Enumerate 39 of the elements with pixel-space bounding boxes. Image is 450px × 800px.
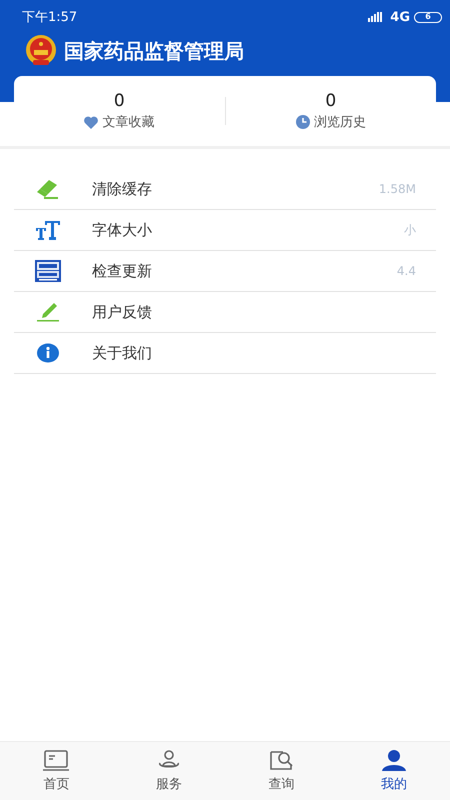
user-icon [380, 749, 408, 772]
stat-count: 0 [325, 91, 336, 111]
stat-label: 文章收藏 [102, 114, 154, 131]
menu-item[interactable]: 检查更新 4.4 [14, 251, 436, 292]
emblem-icon [24, 34, 58, 68]
clock-icon [296, 115, 310, 129]
menu-item[interactable]: 字体大小 小 [14, 210, 436, 251]
menu-value: 小 [404, 222, 416, 238]
menu-item[interactable]: 清除缓存 1.58M [14, 169, 436, 210]
menu-label: 用户反馈 [92, 302, 153, 322]
search-icon [267, 749, 296, 772]
stat-count: 0 [114, 91, 125, 111]
font-size-icon [35, 220, 61, 240]
menu-item[interactable]: 关于我们 [14, 333, 436, 374]
pencil-icon [35, 302, 61, 322]
eraser-icon [35, 179, 61, 199]
battery-level: 6 [414, 12, 442, 22]
menu-label: 关于我们 [92, 344, 153, 362]
status-time: 下午1:57 [22, 9, 78, 26]
nav-tab[interactable]: 服务 [112, 742, 225, 800]
menu-label: 检查更新 [92, 262, 153, 280]
info-icon [36, 343, 60, 363]
home-icon [42, 749, 70, 772]
app-title: 国家药品监督管理局 [64, 38, 244, 64]
app-logo-icon [35, 260, 61, 282]
menu-value: 4.4 [396, 264, 416, 278]
menu-label: 清除缓存 [92, 180, 153, 198]
heart-icon [84, 116, 98, 128]
stat-item[interactable]: 0 文章收藏 [14, 91, 224, 131]
network-type: 4G [390, 10, 410, 24]
nav-tab[interactable]: 查询 [225, 742, 338, 800]
stat-label: 浏览历史 [314, 114, 366, 131]
nav-tab[interactable]: 首页 [0, 742, 112, 800]
menu-item[interactable]: 用户反馈 [14, 292, 436, 333]
signal-icon [368, 12, 384, 22]
menu-value: 1.58M [378, 182, 416, 196]
nav-tab[interactable]: 我的 [338, 742, 450, 800]
stat-item[interactable]: 0 浏览历史 [226, 91, 436, 131]
menu-label: 字体大小 [92, 220, 153, 240]
